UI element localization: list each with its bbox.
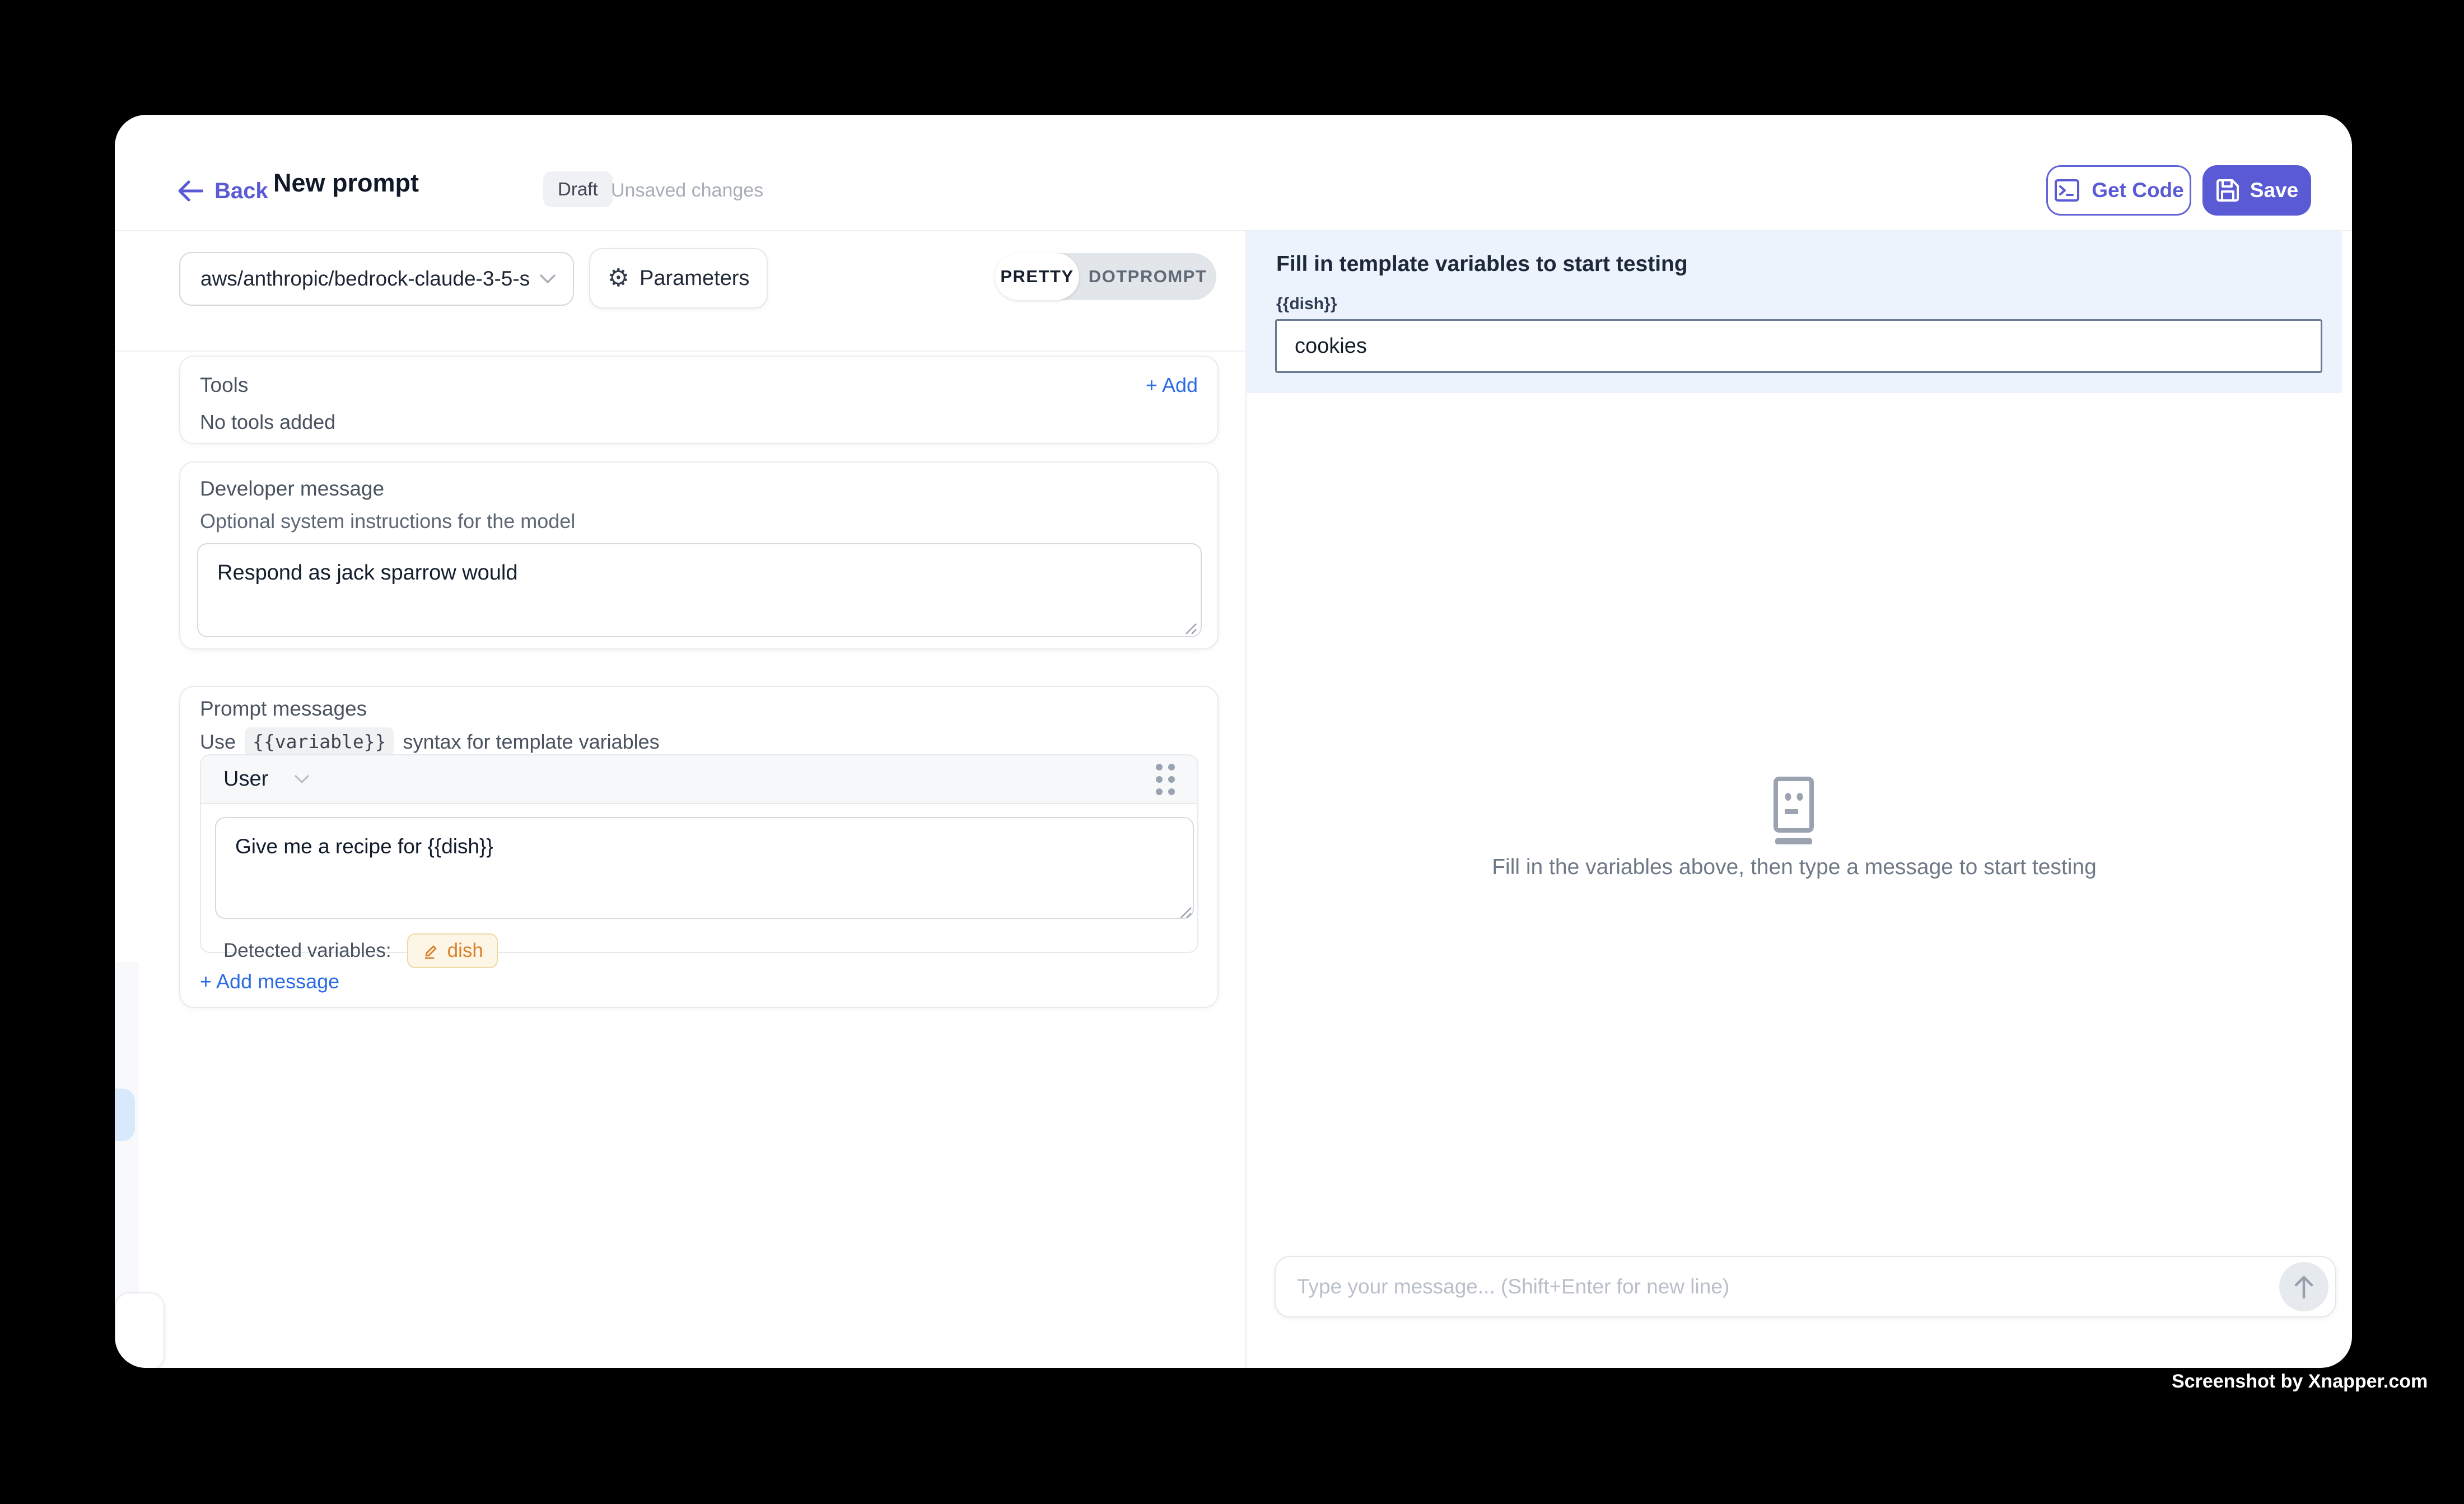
prompt-messages-card: Prompt messages Use {{variable}} syntax … bbox=[179, 686, 1219, 1008]
chevron-down-icon bbox=[294, 774, 310, 784]
model-select[interactable]: aws/anthropic/bedrock-claude-3-5-s... bbox=[179, 252, 574, 306]
page-title: New prompt bbox=[273, 169, 419, 198]
chat-input-container bbox=[1275, 1256, 2336, 1318]
panel-divider bbox=[1245, 231, 1247, 1368]
variable-value-input[interactable] bbox=[1275, 319, 2322, 373]
chevron-down-icon bbox=[539, 274, 556, 284]
message-content-textarea[interactable]: Give me a recipe for {{dish}} bbox=[215, 817, 1194, 919]
toggle-dotprompt[interactable]: DOTPROMPT bbox=[1079, 253, 1216, 300]
pencil-line-icon bbox=[422, 942, 440, 960]
test-panel-title: Fill in template variables to start test… bbox=[1276, 252, 1688, 277]
variable-badge[interactable]: dish bbox=[407, 933, 498, 968]
developer-message-title: Developer message bbox=[200, 477, 384, 501]
gear-icon: ⚙ bbox=[608, 266, 629, 291]
unsaved-changes-text: Unsaved changes bbox=[611, 180, 763, 202]
variable-syntax-chip: {{variable}} bbox=[245, 727, 394, 756]
developer-message-textarea[interactable]: Respond as jack sparrow would bbox=[197, 543, 1202, 637]
save-button[interactable]: Save bbox=[2202, 165, 2311, 216]
status-badge: Draft bbox=[543, 171, 613, 207]
watermark-text: Screenshot by Xnapper.com bbox=[2172, 1371, 2428, 1393]
nav-rail-popover[interactable] bbox=[115, 1292, 165, 1368]
drag-handle-icon[interactable] bbox=[1156, 764, 1175, 795]
app-window: Back New prompt Draft Unsaved changes Ge… bbox=[115, 115, 2352, 1368]
get-code-label: Get Code bbox=[2092, 179, 2183, 202]
save-icon bbox=[2215, 178, 2240, 203]
role-select-value: User bbox=[223, 767, 268, 791]
message-block: User Give me a recipe for {{dish}} Detec… bbox=[200, 754, 1198, 953]
add-tool-button[interactable]: + Add bbox=[1146, 373, 1198, 397]
send-button[interactable] bbox=[2279, 1262, 2328, 1311]
view-mode-toggle: PRETTY DOTPROMPT bbox=[995, 253, 1216, 300]
arrow-up-icon bbox=[2292, 1274, 2316, 1300]
arrow-left-icon bbox=[178, 180, 203, 202]
chat-message-input[interactable] bbox=[1276, 1275, 2279, 1299]
bot-face-icon bbox=[1766, 777, 1822, 846]
variable-badge-label: dish bbox=[447, 940, 483, 962]
tools-empty-text: No tools added bbox=[200, 410, 335, 434]
tools-title: Tools bbox=[200, 373, 248, 397]
detected-variables-row: Detected variables: dish bbox=[223, 933, 498, 968]
developer-message-card: Developer message Optional system instru… bbox=[179, 461, 1219, 650]
parameters-button[interactable]: ⚙ Parameters bbox=[589, 248, 768, 309]
test-variables-panel: Fill in template variables to start test… bbox=[1247, 231, 2342, 393]
prompt-messages-title: Prompt messages bbox=[200, 697, 367, 721]
tools-card: Tools + Add No tools added bbox=[179, 356, 1219, 444]
terminal-icon bbox=[2054, 177, 2080, 204]
prompt-messages-subtitle: Use {{variable}} syntax for template var… bbox=[200, 727, 660, 756]
detected-variables-label: Detected variables: bbox=[223, 940, 391, 962]
model-select-value: aws/anthropic/bedrock-claude-3-5-s... bbox=[200, 267, 531, 291]
toggle-pretty[interactable]: PRETTY bbox=[995, 253, 1079, 300]
variable-input-label: {{dish}} bbox=[1276, 295, 1337, 314]
subtitle-suffix: syntax for template variables bbox=[403, 730, 659, 754]
screenshot-canvas: { "header": { "back_label": "Back", "tit… bbox=[0, 0, 2464, 1504]
toolbar-divider bbox=[115, 351, 1245, 352]
save-label: Save bbox=[2250, 179, 2298, 202]
add-message-button[interactable]: + Add message bbox=[200, 970, 339, 993]
role-select[interactable]: User bbox=[223, 767, 310, 791]
nav-rail-active-item[interactable] bbox=[115, 1089, 135, 1141]
message-header: User bbox=[201, 755, 1197, 804]
get-code-button[interactable]: Get Code bbox=[2046, 165, 2191, 216]
back-label: Back bbox=[214, 179, 268, 204]
empty-state-text: Fill in the variables above, then type a… bbox=[1247, 855, 2342, 880]
subtitle-prefix: Use bbox=[200, 730, 236, 754]
developer-message-subtitle: Optional system instructions for the mod… bbox=[200, 510, 575, 533]
parameters-label: Parameters bbox=[640, 267, 749, 291]
back-button[interactable]: Back bbox=[178, 173, 268, 209]
